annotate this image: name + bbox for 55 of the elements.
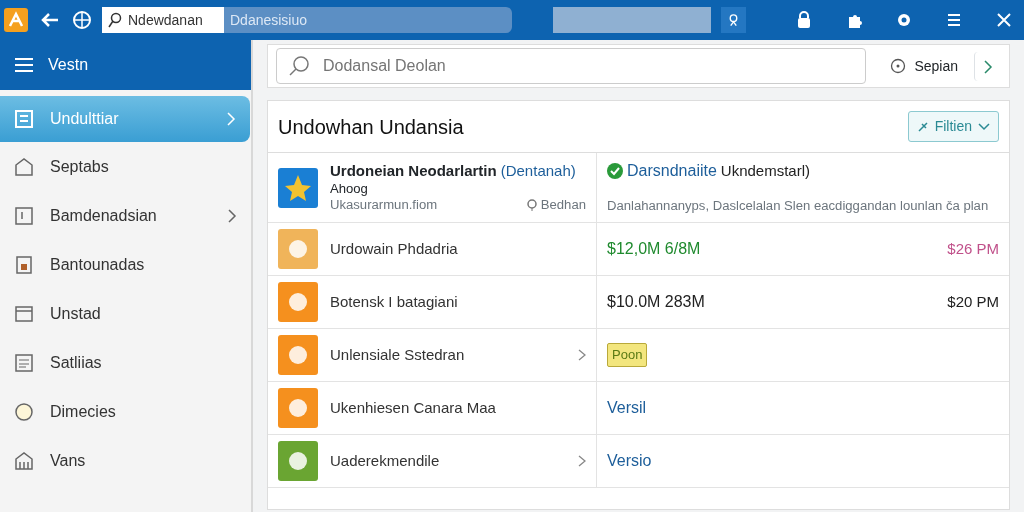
address-field[interactable]: Ndewdanan xyxy=(102,7,224,33)
row-name: Botensk I batagiani xyxy=(330,291,458,312)
caret-icon xyxy=(978,122,990,131)
circle-icon xyxy=(14,401,34,422)
featured-meta: Ukasurarmun.fiom xyxy=(330,196,438,215)
amount: $10.0M 283M xyxy=(607,292,705,312)
close-icon xyxy=(995,11,1013,29)
lock-icon xyxy=(795,11,813,29)
row-link[interactable]: Versio xyxy=(607,449,652,473)
search-option-button[interactable]: Sepian xyxy=(882,51,966,81)
featured-link[interactable]: (Dentanah) xyxy=(500,159,576,183)
clock-icon xyxy=(890,58,907,74)
featured-subtitle: Ahoog xyxy=(330,182,369,196)
filter-button[interactable]: Filtien xyxy=(907,111,999,142)
sidebar-item[interactable]: Bantounadas xyxy=(0,240,251,289)
amount: $12,0M 6/8M xyxy=(607,239,701,259)
chevron-icon xyxy=(983,59,993,74)
settings-icon xyxy=(895,11,913,29)
menu-icon xyxy=(14,57,34,73)
building-icon xyxy=(14,450,34,471)
row-name: Uaderekmendile xyxy=(330,450,440,471)
search-input[interactable] xyxy=(553,7,711,33)
search-button[interactable] xyxy=(721,7,746,33)
status-text: Ukndemstarl) xyxy=(720,161,810,182)
status-badge: Poon xyxy=(607,343,648,367)
featured-description: Danlahannanyps, Daslcelalan Slen eacdiggandan lounlan ča plan xyxy=(607,197,989,215)
app-logo-icon xyxy=(4,8,28,32)
sidebar-item[interactable]: Bamdenadsian xyxy=(0,191,251,240)
row-name: Ukenhiesen Canara Maa xyxy=(330,397,496,418)
sidebar-item[interactable]: Septabs xyxy=(0,142,251,191)
star-badge-icon xyxy=(278,167,318,208)
featured-tag: Bedhan xyxy=(540,195,586,216)
window-icon xyxy=(14,303,34,324)
globe-icon xyxy=(72,10,92,30)
menu-icon xyxy=(945,11,963,29)
panel-title: Undowhan Undansia xyxy=(278,114,464,140)
time: $20 PM xyxy=(947,291,999,312)
featured-title: Urdoneian Neodarlartin xyxy=(330,160,497,181)
document-icon xyxy=(14,352,34,373)
house-icon xyxy=(14,156,34,177)
list-icon xyxy=(14,109,34,129)
row-name: Urdowain Phdadria xyxy=(330,238,458,259)
square-icon xyxy=(14,205,34,226)
search-field[interactable]: Dodansal Deolan xyxy=(276,48,867,84)
check-icon xyxy=(607,163,623,180)
folder-icon xyxy=(14,254,34,275)
sidebar-title: Vestn xyxy=(48,55,89,75)
row-link[interactable]: Versil xyxy=(607,396,647,420)
status-label: Darsndnaiite xyxy=(627,161,717,182)
row-name: Unlensiale Sstedran xyxy=(330,344,465,365)
sidebar-item[interactable]: Unstad xyxy=(0,289,251,338)
sidebar-item[interactable]: Vans xyxy=(0,436,251,485)
time: $26 PM xyxy=(947,238,999,259)
sidebar-item[interactable]: Satliias xyxy=(0,338,251,387)
sidebar-item[interactable]: Dimecies xyxy=(0,387,251,436)
